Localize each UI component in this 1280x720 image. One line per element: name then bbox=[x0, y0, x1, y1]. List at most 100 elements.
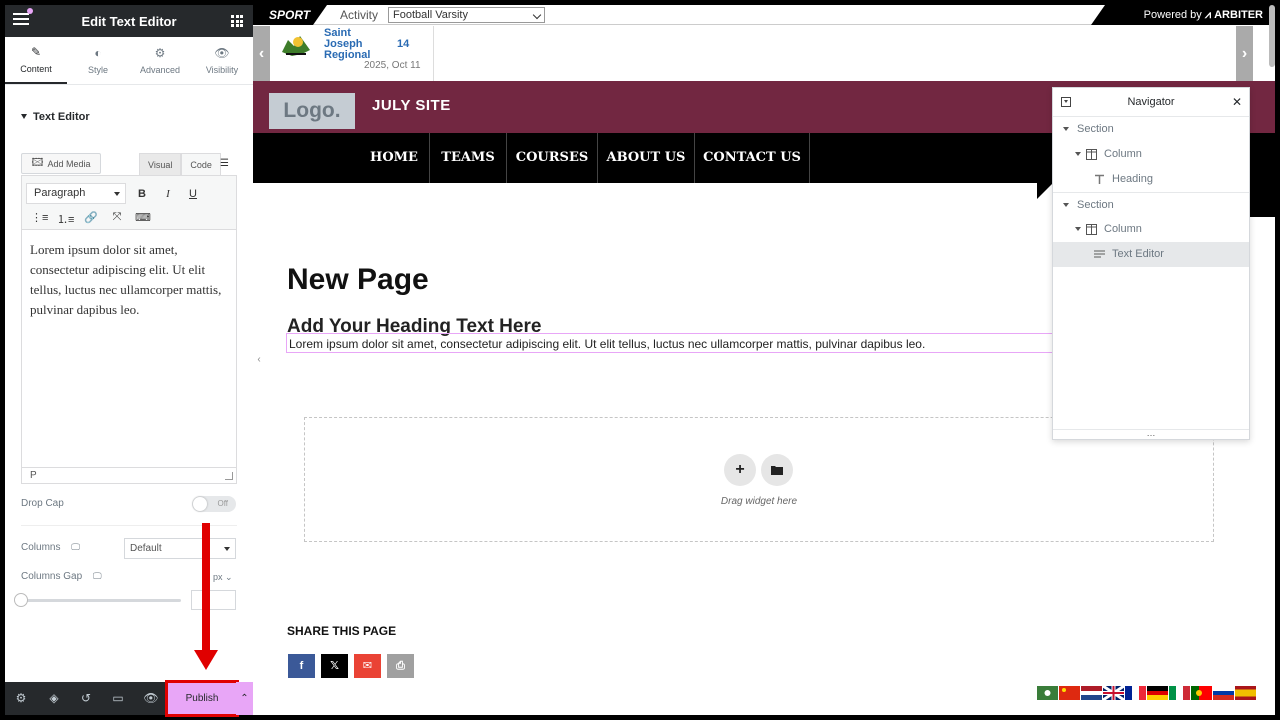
chinese-flag-icon[interactable] bbox=[1059, 686, 1080, 700]
columns-gap-slider-handle[interactable] bbox=[14, 593, 28, 607]
page-scrollbar-thumb[interactable] bbox=[1269, 5, 1275, 67]
arabic-flag-icon[interactable] bbox=[1037, 686, 1058, 700]
navigator-item-text-editor[interactable]: Text Editor bbox=[1053, 242, 1249, 267]
columns-select[interactable]: Default bbox=[124, 538, 236, 559]
text-editor-widget[interactable]: Lorem ipsum dolor sit amet, consectetur … bbox=[286, 333, 1086, 353]
german-flag-icon[interactable] bbox=[1147, 686, 1168, 700]
tab-style[interactable]: ◐ Style bbox=[67, 37, 129, 84]
desktop-icon[interactable]: 🖵 bbox=[93, 571, 102, 581]
powered-by[interactable]: Powered by ⩘ ARBITER bbox=[1091, 5, 1275, 25]
x-share-icon[interactable]: 𝕏 bbox=[321, 654, 348, 678]
history-icon[interactable]: ↺ bbox=[78, 691, 94, 705]
hamburger-menu-icon[interactable] bbox=[13, 13, 29, 27]
tab-visual[interactable]: Visual bbox=[139, 153, 182, 175]
russian-flag-icon[interactable] bbox=[1213, 686, 1234, 700]
publish-button[interactable]: Publish bbox=[165, 680, 239, 717]
tab-content[interactable]: ✎ Content bbox=[5, 37, 67, 84]
french-flag-icon[interactable] bbox=[1125, 686, 1146, 700]
site-title[interactable]: JULY SITE bbox=[372, 97, 451, 114]
editor-frame: Paragraph B I U ⋮≡ ⒈≡ 🔗 ⤧ ⌨ Lorem ipsum … bbox=[21, 175, 237, 484]
responsive-mode-icon[interactable]: ▭ bbox=[110, 691, 126, 705]
numbered-list-icon[interactable]: ⒈≡ bbox=[57, 211, 74, 227]
close-icon[interactable]: ✕ bbox=[1232, 88, 1242, 116]
add-section-plus-icon[interactable]: + bbox=[724, 454, 756, 486]
toggle-knob bbox=[193, 497, 207, 511]
caret-down-icon bbox=[1063, 203, 1069, 207]
widgets-grid-icon[interactable] bbox=[231, 15, 243, 27]
tab-advanced[interactable]: ⚙ Advanced bbox=[129, 37, 191, 84]
scores-next-button[interactable]: › bbox=[1236, 26, 1253, 81]
collapse-all-icon[interactable] bbox=[1061, 97, 1071, 107]
heading-icon bbox=[1095, 174, 1104, 184]
gear-icon: ⚙ bbox=[154, 46, 166, 60]
italian-flag-icon[interactable] bbox=[1169, 686, 1190, 700]
chevron-up-icon[interactable]: ⌃ bbox=[236, 682, 253, 715]
columns-gap-slider-track[interactable] bbox=[21, 599, 181, 602]
keyboard-icon[interactable]: ⌨ bbox=[135, 211, 151, 224]
caret-down-icon bbox=[21, 114, 27, 119]
media-icon: 🖾 bbox=[31, 157, 44, 169]
dutch-flag-icon[interactable] bbox=[1081, 686, 1102, 700]
email-share-icon[interactable]: ✉ bbox=[354, 654, 381, 678]
columns-gap-input[interactable] bbox=[191, 590, 236, 610]
editor-content[interactable]: Lorem ipsum dolor sit amet, consectetur … bbox=[22, 230, 236, 330]
scores-prev-button[interactable]: ‹ bbox=[253, 26, 270, 81]
bold-button[interactable]: B bbox=[134, 188, 150, 200]
layers-icon[interactable]: ◈ bbox=[46, 691, 62, 705]
nav-about-us[interactable]: ABOUT US bbox=[597, 133, 694, 183]
navigator-resize-handle[interactable]: … bbox=[1053, 429, 1249, 439]
navigator-panel: Navigator ✕ Section Column Heading Secti… bbox=[1052, 87, 1250, 440]
navigator-item-section[interactable]: Section bbox=[1053, 192, 1249, 217]
team-logo-icon bbox=[282, 36, 310, 56]
english-flag-icon[interactable] bbox=[1103, 686, 1124, 700]
nav-decoration bbox=[1037, 183, 1053, 199]
spanish-flag-icon[interactable] bbox=[1235, 686, 1256, 700]
add-media-button[interactable]: 🖾 Add Media bbox=[21, 153, 101, 174]
editor-toolbar: Paragraph B I U ⋮≡ ⒈≡ 🔗 ⤧ ⌨ bbox=[22, 176, 236, 230]
navigator-item-column[interactable]: Column bbox=[1053, 217, 1249, 242]
nav-contact-us[interactable]: CONTACT US bbox=[694, 133, 810, 183]
navigator-item-heading[interactable]: Heading bbox=[1053, 167, 1249, 192]
activity-select[interactable]: Football Varsity bbox=[388, 7, 545, 23]
drop-cap-toggle[interactable]: Off bbox=[192, 496, 236, 512]
format-select[interactable]: Paragraph bbox=[26, 183, 126, 204]
underline-button[interactable]: U bbox=[185, 188, 201, 200]
sport-label: SPORT bbox=[253, 5, 327, 25]
sport-bar: SPORT Activity Football Varsity Powered … bbox=[253, 5, 1275, 25]
desktop-icon[interactable]: 🖵 bbox=[71, 542, 80, 552]
resize-handle-icon[interactable] bbox=[225, 472, 233, 480]
navigator-item-section[interactable]: Section bbox=[1053, 117, 1249, 142]
nav-teams[interactable]: TEAMS bbox=[429, 133, 506, 183]
navigator-header[interactable]: Navigator ✕ bbox=[1053, 88, 1249, 117]
drop-cap-label: Drop Cap bbox=[21, 498, 64, 509]
caret-down-icon bbox=[1075, 152, 1081, 156]
strip-divider bbox=[433, 26, 434, 81]
annotation-arrow-head bbox=[194, 650, 218, 670]
print-share-icon[interactable]: ⎙ bbox=[387, 654, 414, 678]
site-logo[interactable]: Logo. bbox=[269, 93, 355, 129]
bullet-list-icon[interactable]: ⋮≡ bbox=[31, 211, 48, 224]
nav-home[interactable]: HOME bbox=[359, 133, 429, 183]
tab-code[interactable]: Code bbox=[181, 153, 221, 175]
portuguese-flag-icon[interactable] bbox=[1191, 686, 1212, 700]
team-name[interactable]: Saint Joseph Regional bbox=[324, 28, 384, 61]
text-editor-section-toggle[interactable]: Text Editor bbox=[21, 111, 90, 123]
tab-visibility[interactable]: 👁 Visibility bbox=[191, 37, 253, 84]
fullscreen-icon[interactable]: ⤧ bbox=[109, 211, 125, 224]
italic-button[interactable]: I bbox=[160, 188, 176, 200]
settings-gear-icon[interactable]: ⚙ bbox=[13, 691, 29, 705]
database-icon[interactable]: ☰ bbox=[220, 158, 229, 169]
caret-down-icon bbox=[1063, 127, 1069, 131]
link-icon[interactable]: 🔗 bbox=[83, 211, 99, 224]
nav-courses[interactable]: COURSES bbox=[506, 133, 597, 183]
navigator-item-column[interactable]: Column bbox=[1053, 142, 1249, 167]
unit-select[interactable]: px ⌄ bbox=[213, 572, 233, 583]
facebook-share-icon[interactable]: f bbox=[288, 654, 315, 678]
columns-gap-label: Columns Gap 🖵 bbox=[21, 571, 102, 582]
collapse-panel-icon[interactable]: ‹ bbox=[253, 345, 265, 375]
drop-zone-text: Drag widget here bbox=[720, 496, 798, 507]
team-score: 14 bbox=[397, 38, 410, 50]
template-library-folder-icon[interactable] bbox=[761, 454, 793, 486]
preview-eye-icon[interactable]: 👁 bbox=[143, 691, 159, 705]
arbiter-logo-icon: ⩘ bbox=[1204, 9, 1212, 21]
